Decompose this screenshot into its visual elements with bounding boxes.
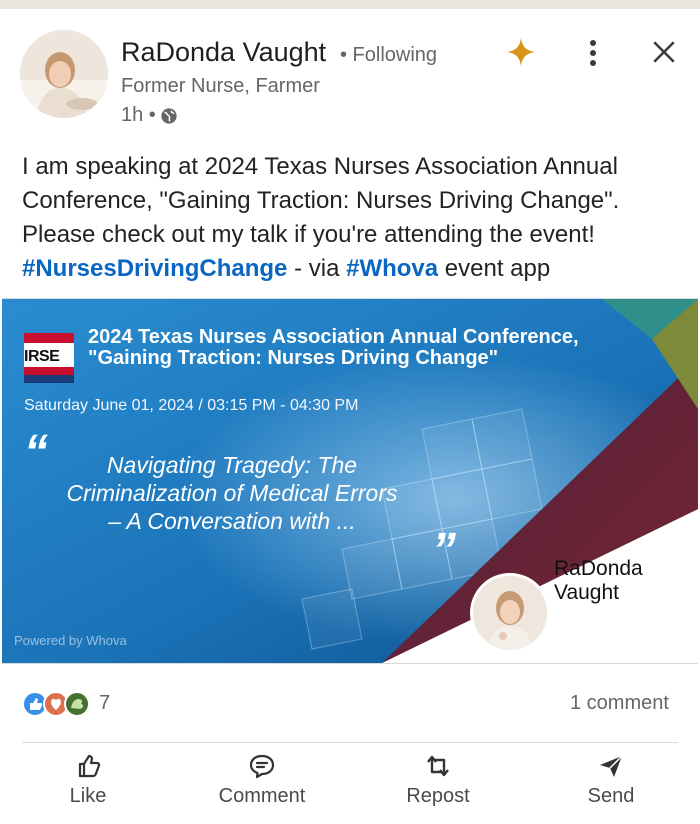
post-text-line: Conference, "Gaining Traction: Nurses Dr…	[22, 187, 620, 214]
tna-logo: IRSE	[24, 333, 74, 383]
speaker-name: RaDonda Vaught	[554, 557, 643, 605]
celebrate-reaction-icon	[64, 691, 90, 717]
conference-title: 2024 Texas Nurses Association Annual Con…	[88, 326, 579, 369]
like-button[interactable]: Like	[58, 752, 118, 816]
send-button[interactable]: Send	[580, 752, 642, 816]
reaction-icons[interactable]	[22, 690, 94, 718]
open-quote-icon: “	[24, 426, 48, 479]
author-subtitle: Former Nurse, Farmer	[121, 75, 320, 97]
speaker-first-name: RaDonda	[554, 557, 643, 580]
post-time-text: 1h •	[121, 104, 156, 126]
author-avatar[interactable]	[20, 30, 108, 118]
author-name[interactable]: RaDonda Vaught	[121, 37, 326, 68]
send-label: Send	[587, 785, 635, 807]
sparkle-icon[interactable]	[506, 37, 536, 67]
more-options-icon[interactable]	[580, 38, 606, 68]
post-time: 1h •	[121, 104, 178, 127]
like-icon	[78, 754, 101, 778]
powered-by: Powered by Whova	[14, 633, 127, 648]
speaker-last-name: Vaught	[554, 581, 619, 604]
post-text-line: I am speaking at 2024 Texas Nurses Assoc…	[22, 153, 618, 180]
talk-title: Navigating Tragedy: The Criminalization …	[66, 452, 398, 534]
event-app-text: event app	[438, 255, 551, 282]
close-icon[interactable]	[652, 40, 676, 64]
post-text-line: Please check out my talk if you're atten…	[22, 221, 595, 248]
logo-text: IRSE	[24, 348, 60, 365]
event-banner[interactable]: IRSE 2024 Texas Nurses Association Annua…	[2, 298, 698, 664]
top-strip	[0, 0, 700, 9]
reaction-count[interactable]: 7	[99, 692, 110, 715]
hashtag-link[interactable]: #Whova	[346, 255, 438, 282]
comment-count[interactable]: 1 comment	[570, 692, 669, 715]
globe-icon	[161, 107, 177, 124]
send-icon	[600, 755, 623, 777]
comment-icon	[249, 754, 275, 779]
repost-icon	[427, 755, 449, 777]
via-text: - via	[287, 255, 347, 282]
post-text-line: #NursesDrivingChange - via #Whova event …	[22, 252, 682, 286]
hashtag-link[interactable]: #NursesDrivingChange	[22, 255, 287, 282]
repost-label: Repost	[406, 785, 470, 807]
divider	[22, 742, 678, 743]
session-time: Saturday June 01, 2024 / 03:15 PM - 04:3…	[24, 397, 359, 414]
repost-button[interactable]: Repost	[392, 752, 484, 816]
like-label: Like	[69, 785, 107, 807]
comment-button[interactable]: Comment	[206, 752, 318, 816]
speaker-photo	[470, 573, 550, 653]
comment-label: Comment	[218, 785, 306, 807]
close-quote-icon: ”	[432, 524, 456, 577]
post-text: I am speaking at 2024 Texas Nurses Assoc…	[22, 150, 682, 286]
following-label: • Following	[340, 44, 438, 66]
